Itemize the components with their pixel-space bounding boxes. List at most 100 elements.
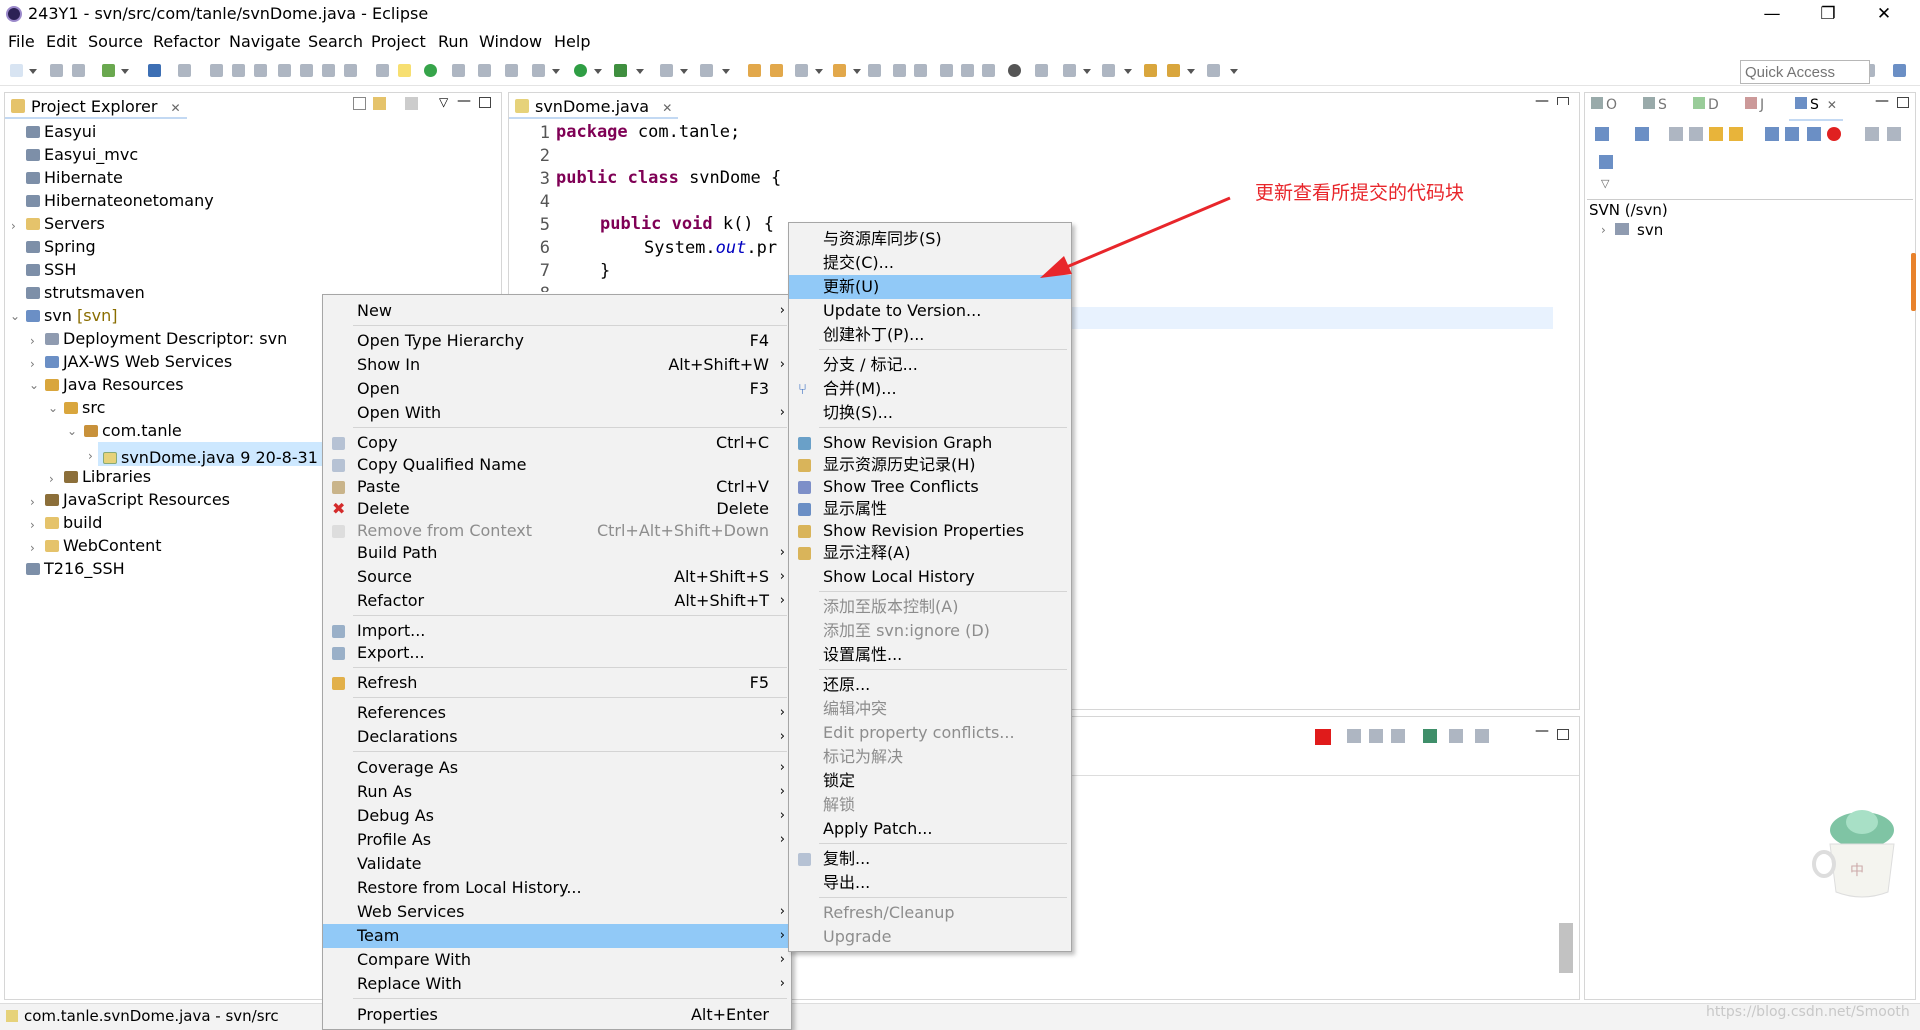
open-folder-icon[interactable] xyxy=(748,64,761,77)
show-whitespace-icon[interactable] xyxy=(961,64,974,77)
down-icon[interactable] xyxy=(1709,127,1723,141)
menu-item-copy-qualified-name[interactable]: Copy Qualified Name xyxy=(323,453,791,477)
repository-icon[interactable] xyxy=(1807,127,1821,141)
filter-icon[interactable] xyxy=(405,97,418,110)
remove-all-icon[interactable] xyxy=(1369,729,1383,743)
step-into-icon[interactable] xyxy=(300,64,313,77)
tab-outline[interactable]: O xyxy=(1591,97,1617,113)
minimize-view-icon[interactable]: — xyxy=(1535,723,1549,739)
menu-item-mark-resolved[interactable]: 标记为解决 xyxy=(789,745,1071,769)
remove-launch-icon[interactable] xyxy=(1347,729,1361,743)
disconnect-icon[interactable] xyxy=(278,64,291,77)
menu-item-restore-local-history[interactable]: Restore from Local History... xyxy=(323,876,791,900)
tree-item-build[interactable]: build xyxy=(45,513,102,532)
chevron-right-icon[interactable]: › xyxy=(30,334,35,348)
menu-item-show-properties[interactable]: 显示属性 xyxy=(789,497,1071,521)
word-wrap-icon[interactable] xyxy=(982,64,995,77)
menu-item-update-to-version[interactable]: Update to Version... xyxy=(789,299,1071,323)
menu-item-create-patch[interactable]: 创建补丁(P)... xyxy=(789,323,1071,347)
menu-project[interactable]: Project xyxy=(371,32,426,51)
menu-item-web-services[interactable]: Web Services › xyxy=(323,900,791,924)
menu-item-apply-patch[interactable]: Apply Patch... xyxy=(789,817,1071,841)
menu-item-paste[interactable]: Paste Ctrl+V xyxy=(323,475,791,499)
back-icon[interactable] xyxy=(1865,127,1879,141)
menu-item-show-history[interactable]: 显示资源历史记录(H) xyxy=(789,453,1071,477)
menu-item-run-as[interactable]: Run As › xyxy=(323,780,791,804)
menu-refactor[interactable]: Refactor xyxy=(153,32,220,51)
chevron-right-icon[interactable]: › xyxy=(30,495,35,509)
menu-item-commit[interactable]: 提交(C)... xyxy=(789,251,1071,275)
menu-source[interactable]: Source xyxy=(88,32,143,51)
chevron-down-icon[interactable] xyxy=(1230,69,1238,74)
tree-item-spring[interactable]: Spring xyxy=(26,237,96,256)
menu-item-add-to-version-control[interactable]: 添加至版本控制(A) xyxy=(789,595,1071,619)
globe-icon[interactable] xyxy=(1008,64,1021,77)
sync-icon[interactable] xyxy=(1035,64,1048,77)
chevron-down-icon[interactable] xyxy=(121,69,129,74)
menu-item-profile-as[interactable]: Profile As › xyxy=(323,828,791,852)
menu-item-synchronize[interactable]: 与资源库同步(S) xyxy=(789,227,1071,251)
code-line-5[interactable]: public void k() { xyxy=(600,214,774,234)
menu-item-source[interactable]: Source Alt+Shift+S › xyxy=(323,565,791,589)
tree-item-svn-repo[interactable]: svn xyxy=(1615,221,1663,239)
chevron-down-icon[interactable] xyxy=(1124,69,1132,74)
close-icon[interactable]: ✕ xyxy=(171,101,181,115)
close-icon[interactable]: ✕ xyxy=(1827,98,1837,112)
chevron-right-icon[interactable]: › xyxy=(30,518,35,532)
display-console-icon[interactable] xyxy=(1449,729,1463,743)
menu-window[interactable]: Window xyxy=(479,32,542,51)
menu-item-refresh[interactable]: Refresh F5 xyxy=(323,671,791,695)
tree-item-libraries[interactable]: Libraries xyxy=(64,467,151,486)
pin-icon[interactable] xyxy=(868,64,881,77)
checkout-icon[interactable] xyxy=(1635,127,1649,141)
open-task-icon[interactable] xyxy=(478,64,491,77)
menu-item-open-type-hierarchy[interactable]: Open Type Hierarchy F4 xyxy=(323,329,791,353)
menu-item-show-tree-conflicts[interactable]: Show Tree Conflicts xyxy=(789,475,1071,499)
menu-item-update[interactable]: 更新(U) xyxy=(789,275,1071,299)
tree-item-svn[interactable]: svn [svn] xyxy=(26,306,117,325)
pen-icon[interactable] xyxy=(795,64,808,77)
menu-item-branch-tag[interactable]: 分支 / 标记... xyxy=(789,353,1071,377)
menu-item-show-annotation[interactable]: 显示注释(A) xyxy=(789,541,1071,565)
chevron-down-icon[interactable] xyxy=(1083,69,1091,74)
link-icon[interactable] xyxy=(914,64,927,77)
chevron-down-icon[interactable] xyxy=(552,69,560,74)
minimize-view-icon[interactable]: — xyxy=(457,93,471,109)
collapse-all-icon[interactable] xyxy=(353,97,366,110)
tab-svndome-java[interactable]: svnDome.java ✕ xyxy=(509,93,679,119)
code-line-7[interactable]: } xyxy=(600,261,610,281)
tree-item-easyui-mvc[interactable]: Easyui_mvc xyxy=(26,145,138,164)
menu-item-merge[interactable]: ⑂ 合并(M)... xyxy=(789,377,1071,401)
step-over-icon[interactable] xyxy=(322,64,335,77)
chevron-right-icon[interactable]: › xyxy=(30,357,35,371)
save-icon[interactable] xyxy=(50,64,63,77)
chevron-right-icon[interactable]: › xyxy=(11,219,16,233)
menu-item-coverage-as[interactable]: Coverage As › xyxy=(323,756,791,780)
menu-item-refresh-cleanup[interactable]: Refresh/Cleanup xyxy=(789,901,1071,925)
chevron-down-icon[interactable] xyxy=(594,69,602,74)
menu-edit[interactable]: Edit xyxy=(46,32,77,51)
run-icon[interactable] xyxy=(574,64,587,77)
tree-item-t216-ssh[interactable]: T216_SSH xyxy=(26,559,125,578)
view-menu-icon[interactable]: ▽ xyxy=(1601,177,1609,190)
chevron-down-icon[interactable]: ⌄ xyxy=(48,401,58,415)
search-icon[interactable] xyxy=(505,64,518,77)
menu-search[interactable]: Search xyxy=(308,32,363,51)
java-ee-perspective-icon[interactable] xyxy=(1893,64,1906,77)
tree-item-com-tanle[interactable]: com.tanle xyxy=(84,421,182,440)
menu-item-unlock[interactable]: 解锁 xyxy=(789,793,1071,817)
scroll-lock-icon[interactable] xyxy=(1391,729,1405,743)
menu-item-open-with[interactable]: Open With › xyxy=(323,401,791,425)
scroll-thumb[interactable] xyxy=(1559,923,1573,973)
menu-item-revert[interactable]: 还原... xyxy=(789,673,1071,697)
minimize-view-icon[interactable]: — xyxy=(1535,93,1549,109)
tree-item-servers[interactable]: Servers xyxy=(26,214,105,233)
back-icon[interactable] xyxy=(1167,64,1180,77)
menu-item-show-local-history[interactable]: Show Local History xyxy=(789,565,1071,589)
quick-access-input[interactable] xyxy=(1740,60,1870,84)
tree-item-svndome-java[interactable]: svnDome.java 9 20-8-31 下 xyxy=(103,444,339,468)
tree-item-jax-ws[interactable]: JAX-WS Web Services xyxy=(45,352,232,371)
chevron-down-icon[interactable] xyxy=(680,69,688,74)
toggle-mark-icon[interactable] xyxy=(398,64,411,77)
chevron-right-icon[interactable]: › xyxy=(30,541,35,555)
